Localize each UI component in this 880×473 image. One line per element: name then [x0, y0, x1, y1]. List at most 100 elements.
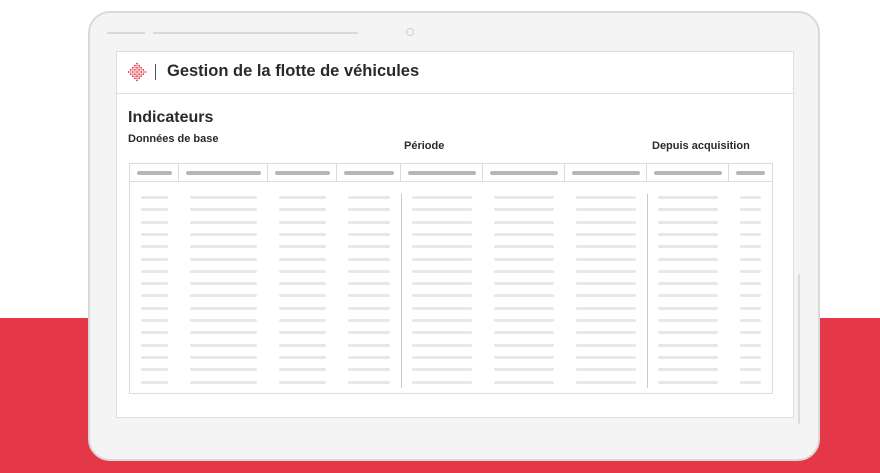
cell-placeholder — [141, 257, 168, 261]
cell-placeholder — [658, 306, 718, 310]
cell-placeholder — [141, 331, 168, 335]
cell-placeholder — [740, 319, 761, 322]
cell-placeholder — [279, 282, 326, 286]
cell-placeholder — [412, 306, 472, 310]
app-header: Gestion de la flotte de véhicules — [117, 52, 793, 94]
cell-placeholder — [658, 196, 718, 199]
cell-placeholder — [494, 380, 554, 384]
cell-placeholder — [190, 232, 257, 236]
cell-placeholder — [141, 196, 168, 199]
cell-placeholder — [494, 282, 554, 286]
section-title: Indicateurs — [128, 109, 214, 126]
cell-placeholder — [412, 368, 472, 372]
cell-placeholder — [658, 208, 718, 212]
cell-placeholder — [412, 282, 472, 286]
cell-placeholder — [494, 245, 554, 249]
cell-placeholder — [141, 355, 168, 359]
cell-placeholder — [576, 257, 636, 261]
cell-placeholder — [576, 355, 636, 359]
cell-placeholder — [348, 331, 390, 335]
cell-placeholder — [412, 355, 472, 359]
cell-placeholder — [279, 319, 326, 322]
cell-placeholder — [658, 257, 718, 261]
cell-placeholder — [348, 319, 390, 322]
table-header-cell — [729, 164, 772, 182]
cell-placeholder — [740, 245, 761, 249]
column-group-separator — [401, 194, 402, 388]
cell-placeholder — [348, 355, 390, 359]
table-header-cell — [565, 164, 647, 182]
cell-placeholder — [190, 282, 257, 286]
table-header-cell — [401, 164, 483, 182]
cell-placeholder — [658, 232, 718, 236]
cell-placeholder — [658, 245, 718, 249]
cell-placeholder — [494, 220, 554, 224]
cell-placeholder — [190, 245, 257, 249]
cell-placeholder — [576, 245, 636, 249]
cell-placeholder — [279, 368, 326, 372]
cell-placeholder — [279, 380, 326, 384]
cell-placeholder — [348, 208, 390, 212]
cell-placeholder — [576, 380, 636, 384]
cell-placeholder — [141, 282, 168, 286]
header-placeholder — [572, 171, 640, 175]
cell-placeholder — [141, 319, 168, 322]
diamond-logo-icon — [127, 62, 147, 82]
cell-placeholder — [494, 319, 554, 322]
cell-placeholder — [348, 257, 390, 261]
cell-placeholder — [279, 331, 326, 335]
cell-placeholder — [576, 319, 636, 322]
cell-placeholder — [412, 245, 472, 249]
cell-placeholder — [190, 208, 257, 212]
bezel-decoration-line — [153, 32, 358, 34]
cell-placeholder — [190, 306, 257, 310]
cell-placeholder — [348, 220, 390, 224]
cell-placeholder — [279, 269, 326, 273]
cell-placeholder — [494, 294, 554, 298]
cell-placeholder — [494, 331, 554, 335]
cell-placeholder — [740, 380, 761, 384]
cell-placeholder — [279, 257, 326, 261]
table-header-cell — [337, 164, 401, 182]
table-header-cell — [647, 164, 729, 182]
camera-icon — [406, 28, 414, 36]
cell-placeholder — [576, 306, 636, 310]
header-placeholder — [490, 171, 558, 175]
cell-placeholder — [348, 343, 390, 347]
cell-placeholder — [348, 282, 390, 286]
cell-placeholder — [740, 269, 761, 273]
cell-placeholder — [494, 355, 554, 359]
cell-placeholder — [141, 208, 168, 212]
cell-placeholder — [279, 208, 326, 212]
cell-placeholder — [141, 294, 168, 298]
cell-placeholder — [141, 245, 168, 249]
cell-placeholder — [576, 282, 636, 286]
cell-placeholder — [190, 257, 257, 261]
app-window: Gestion de la flotte de véhicules Indica… — [116, 51, 794, 418]
table-header-cell — [483, 164, 565, 182]
cell-placeholder — [141, 343, 168, 347]
cell-placeholder — [494, 208, 554, 212]
cell-placeholder — [412, 331, 472, 335]
cell-placeholder — [658, 269, 718, 273]
cell-placeholder — [576, 196, 636, 199]
indicators-table — [129, 163, 773, 394]
cell-placeholder — [658, 220, 718, 224]
cell-placeholder — [658, 294, 718, 298]
cell-placeholder — [348, 380, 390, 384]
column-group-since-acquisition: Depuis acquisition — [652, 140, 750, 152]
cell-placeholder — [658, 355, 718, 359]
cell-placeholder — [576, 232, 636, 236]
cell-placeholder — [576, 269, 636, 273]
cell-placeholder — [348, 245, 390, 249]
cell-placeholder — [412, 220, 472, 224]
cell-placeholder — [494, 232, 554, 236]
cell-placeholder — [740, 196, 761, 199]
header-placeholder — [736, 171, 765, 175]
cell-placeholder — [494, 269, 554, 273]
cell-placeholder — [412, 343, 472, 347]
cell-placeholder — [348, 232, 390, 236]
column-group-period: Période — [404, 140, 445, 152]
cell-placeholder — [740, 294, 761, 298]
cell-placeholder — [190, 355, 257, 359]
